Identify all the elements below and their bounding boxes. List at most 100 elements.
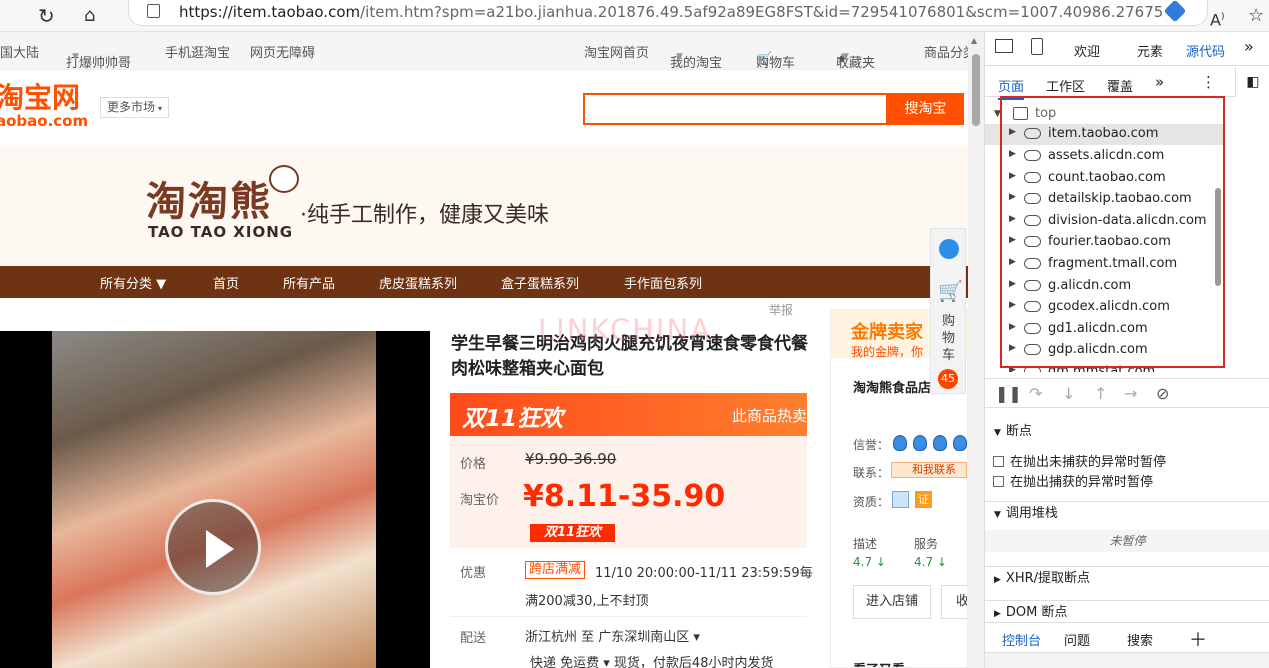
collect-shop-button[interactable]: 收 — [941, 585, 967, 619]
step-icon[interactable]: → — [1124, 384, 1137, 403]
tree-item[interactable]: ▶ g.alicdn.com — [985, 276, 1225, 297]
shop-nav-box-cake[interactable]: 盒子蛋糕系列 — [501, 273, 579, 292]
page-scrollbar[interactable]: ▲ — [968, 32, 984, 668]
tab-welcome[interactable]: 欢迎 — [1074, 41, 1100, 60]
collapse-arrow-icon[interactable]: ▶ — [1009, 343, 1016, 353]
collapse-arrow-icon[interactable]: ▶ — [1009, 300, 1016, 310]
subtab-workspace[interactable]: 工作区 — [1046, 76, 1085, 95]
pause-uncaught-checkbox[interactable]: 在抛出未捕获的异常时暂停 — [993, 451, 1166, 470]
collapse-arrow-icon[interactable]: ▶ — [1009, 322, 1016, 332]
certificate-icon[interactable]: 证 — [915, 491, 932, 508]
favorites-icon[interactable]: ☆ — [1248, 4, 1264, 28]
page-scroll-thumb[interactable] — [972, 54, 980, 126]
shop-nav-home[interactable]: 首页 — [213, 273, 239, 292]
scroll-up-icon[interactable]: ▲ — [971, 36, 977, 45]
report-link[interactable]: 举报 — [769, 301, 793, 318]
reload-icon[interactable]: ↻ — [38, 4, 55, 28]
collapse-arrow-icon[interactable]: ▶ — [1009, 149, 1016, 159]
tab-sources[interactable]: 源代码 — [1186, 41, 1225, 60]
shop-name[interactable]: 淘淘熊食品店 — [853, 377, 931, 396]
breakpoints-section[interactable]: ▼ 断点 — [985, 420, 1269, 439]
tree-item[interactable]: ▶ gcodex.alicdn.com — [985, 297, 1225, 318]
pause-caught-checkbox[interactable]: 在抛出捕获的异常时暂停 — [993, 471, 1153, 490]
collapse-arrow-icon[interactable]: ▼ — [994, 510, 1001, 520]
shop-nav-bread[interactable]: 手作面包系列 — [624, 273, 702, 292]
tree-item[interactable]: ▶ gm.mmstat.com — [985, 362, 1225, 372]
step-over-icon[interactable]: ↷ — [1029, 384, 1042, 403]
read-aloud-icon[interactable]: A) — [1210, 5, 1224, 32]
ship-info[interactable]: 快递 免运费 ▾ 现货，付款后48小时内发货 — [530, 652, 773, 668]
cart-icon[interactable]: 🛒 — [938, 279, 963, 303]
collapse-arrow-icon[interactable]: ▶ — [1009, 279, 1016, 289]
pause-icon[interactable]: ❚❚ — [995, 384, 1022, 403]
url-text[interactable]: https://item.taobao.com/item.htm?spm=a21… — [179, 3, 1164, 21]
step-out-icon[interactable]: ↑ — [1094, 384, 1107, 403]
product-video[interactable] — [0, 331, 430, 668]
collapse-arrow-icon[interactable]: ▶ — [1009, 171, 1016, 181]
shop-nav-tiger-cake[interactable]: 虎皮蛋糕系列 — [379, 273, 457, 292]
xhr-breakpoints-section[interactable]: ▶ XHR/提取断点 — [985, 566, 1269, 586]
tree-item[interactable]: ▶ gd1.alicdn.com — [985, 319, 1225, 340]
collapse-arrow-icon[interactable]: ▶ — [1009, 365, 1016, 372]
collapse-arrow-icon[interactable]: ▶ — [1009, 192, 1016, 202]
collapse-arrow-icon[interactable]: ▶ — [1009, 235, 1016, 245]
shop-logo[interactable]: 淘淘熊 — [146, 169, 272, 227]
tree-item[interactable]: ▶ assets.alicdn.com — [985, 146, 1225, 167]
add-tab-icon[interactable]: ＋ — [1189, 626, 1207, 652]
contact-seller-button[interactable]: 和我联系 — [891, 462, 967, 478]
site-nav-item-home[interactable]: 淘宝网首页 — [584, 42, 649, 61]
site-nav-item-categories[interactable]: 商品分类 — [924, 42, 968, 61]
search-input[interactable] — [583, 93, 888, 125]
toggle-sidebar-icon[interactable]: ◧ — [1235, 67, 1269, 97]
dom-breakpoints-section[interactable]: ▶ DOM 断点 — [985, 600, 1269, 620]
cart-label[interactable]: 购物车 — [942, 313, 956, 364]
tree-item[interactable]: ▶ detailskip.taobao.com — [985, 189, 1225, 210]
collapse-arrow-icon[interactable]: ▼ — [994, 428, 1001, 438]
more-subtabs-icon[interactable]: » — [1155, 73, 1164, 91]
call-stack-section[interactable]: ▼ 调用堆栈 — [985, 501, 1269, 521]
tree-item[interactable]: ▶ fourier.taobao.com — [985, 232, 1225, 253]
tree-item[interactable]: ▶ fragment.tmall.com — [985, 254, 1225, 275]
checkbox-icon[interactable] — [993, 476, 1004, 487]
drawer-tab-console[interactable]: 控制台 — [1002, 630, 1042, 654]
tree-top-frame[interactable]: top — [1035, 106, 1056, 121]
coupon-tag[interactable]: 跨店满减 — [525, 561, 586, 579]
business-license-icon[interactable] — [892, 491, 909, 508]
collapse-arrow-icon[interactable]: ▶ — [1009, 214, 1016, 224]
shop-nav-all-products[interactable]: 所有产品 — [283, 273, 335, 292]
home-icon[interactable]: ⌂ — [84, 4, 95, 28]
drawer-tab-search[interactable]: 搜索 — [1127, 630, 1153, 649]
device-emulation-icon[interactable] — [1031, 38, 1043, 55]
more-tabs-icon[interactable]: » — [1244, 37, 1254, 56]
device-toolbar-icon[interactable] — [995, 39, 1013, 53]
more-markets-dropdown[interactable]: 更多市场 ▾ — [100, 97, 170, 118]
subtab-overrides[interactable]: 覆盖 — [1107, 76, 1133, 95]
expand-arrow-icon[interactable]: ▶ — [994, 609, 1001, 619]
play-icon[interactable] — [165, 499, 261, 595]
enter-shop-button[interactable]: 进入店铺 — [853, 585, 931, 619]
expand-arrow-icon[interactable]: ▼ — [994, 109, 1001, 119]
tree-scroll-thumb[interactable] — [1215, 188, 1221, 286]
search-button[interactable]: 搜淘宝 — [887, 93, 964, 125]
extension-icon[interactable] — [1163, 0, 1187, 23]
more-options-icon[interactable]: ⋮ — [1201, 73, 1216, 91]
lock-icon[interactable] — [147, 4, 160, 18]
site-nav-item-accessibility[interactable]: 网页无障碍 — [250, 42, 315, 61]
subtab-page[interactable]: 页面 — [998, 76, 1025, 100]
taobao-logo-domain[interactable]: aobao.com — [0, 112, 88, 130]
ship-route-selector[interactable]: 浙江杭州 至 广东深圳南山区 ▾ — [525, 626, 700, 645]
tree-item[interactable]: ▶ item.taobao.com — [985, 124, 1225, 145]
taobao-logo[interactable]: 淘宝网 — [0, 76, 80, 116]
site-nav-item-mobile[interactable]: 手机逛淘宝 — [165, 42, 230, 61]
collapse-arrow-icon[interactable]: ▶ — [1009, 257, 1016, 267]
shop-nav-all-categories[interactable]: 所有分类 ▼ — [100, 273, 166, 292]
wangwang-icon[interactable] — [939, 239, 959, 259]
tree-item[interactable]: ▶ division-data.alicdn.com — [985, 211, 1225, 232]
tree-item[interactable]: ▶ count.taobao.com — [985, 168, 1225, 189]
tab-elements[interactable]: 元素 — [1137, 41, 1163, 60]
address-bar[interactable]: https://item.taobao.com/item.htm?spm=a21… — [128, 0, 1208, 26]
step-into-icon[interactable]: ↓ — [1062, 384, 1075, 403]
collapse-arrow-icon[interactable]: ▶ — [1009, 127, 1016, 137]
tree-item[interactable]: ▶ gdp.alicdn.com — [985, 340, 1225, 361]
expand-arrow-icon[interactable]: ▶ — [994, 575, 1001, 585]
